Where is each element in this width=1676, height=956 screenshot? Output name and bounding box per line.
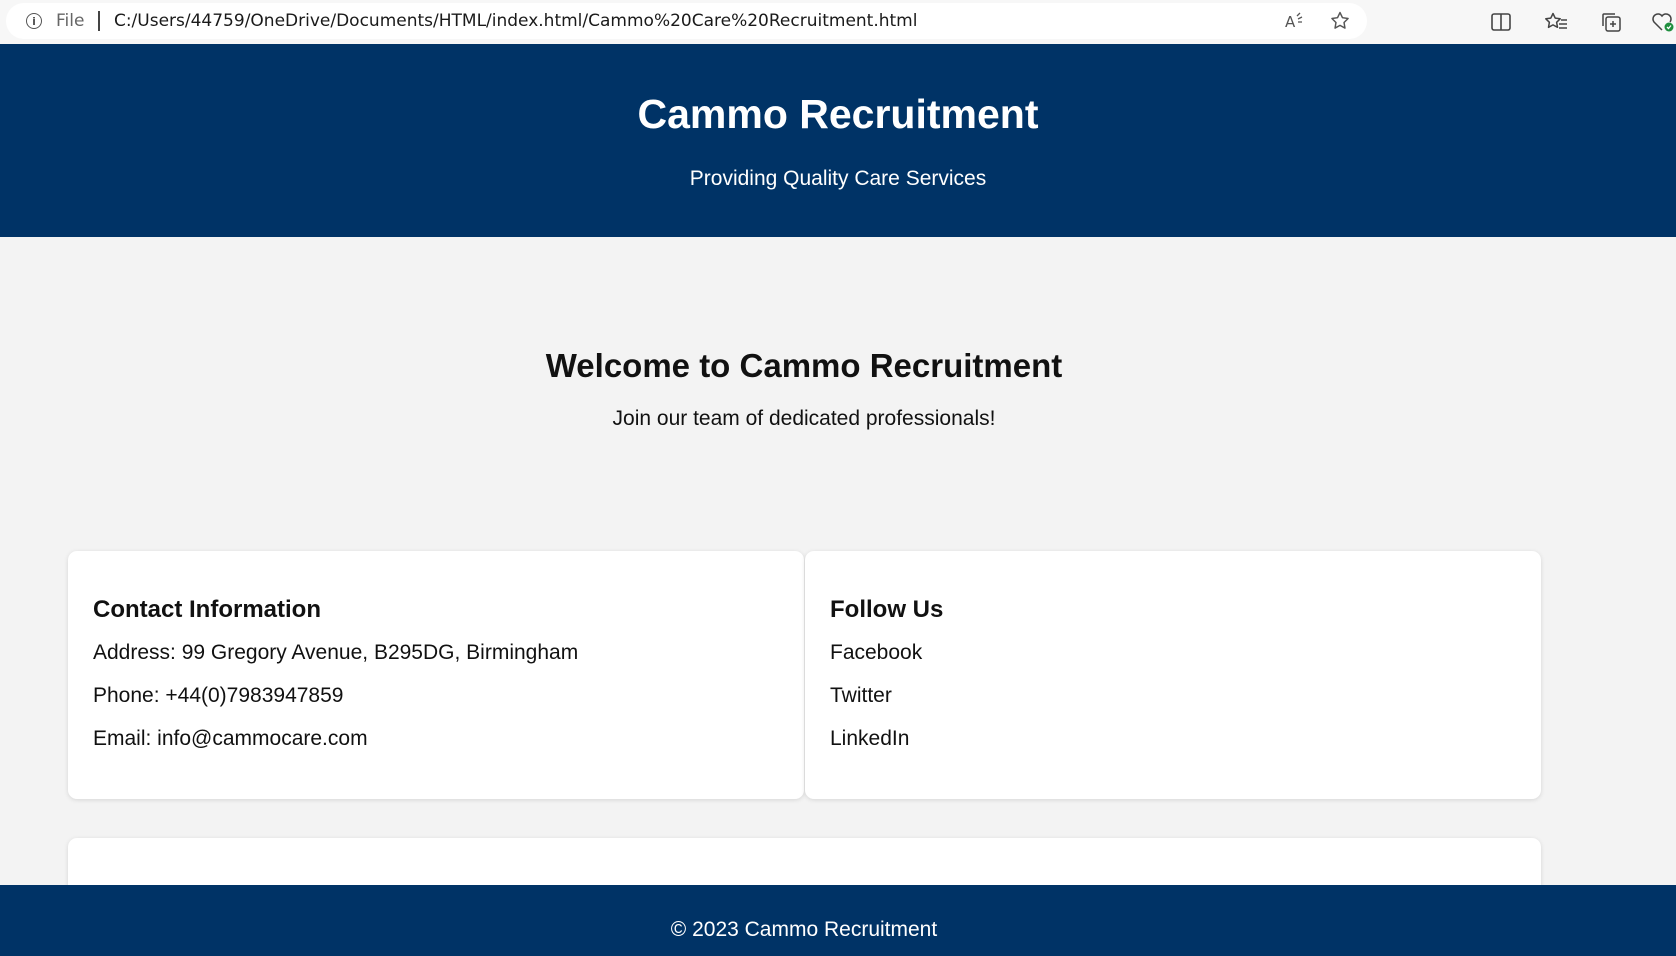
collections-icon[interactable] <box>1598 9 1624 35</box>
svg-text:A: A <box>1285 13 1296 31</box>
address-bar[interactable]: i File C:/Users/44759/OneDrive/Documents… <box>6 3 1367 39</box>
address-separator <box>98 11 100 31</box>
site-header: Cammo Recruitment Providing Quality Care… <box>0 44 1676 237</box>
collections-button[interactable] <box>1598 6 1624 38</box>
url-text[interactable]: C:/Users/44759/OneDrive/Documents/HTML/i… <box>114 11 918 31</box>
facebook-link[interactable]: Facebook <box>830 641 922 664</box>
site-footer: © 2023 Cammo Recruitment <box>0 885 1676 956</box>
contact-phone: Phone: +44(0)7983947859 <box>93 684 344 707</box>
favorites-icon[interactable] <box>1543 9 1569 35</box>
site-title: Cammo Recruitment <box>637 91 1039 137</box>
file-scheme-label: File <box>56 11 85 31</box>
twitter-link[interactable]: Twitter <box>830 684 892 707</box>
favorite-star-icon[interactable] <box>1327 8 1353 34</box>
follow-us-card: Follow Us Facebook Twitter LinkedIn <box>805 551 1541 799</box>
footer-copyright: © 2023 Cammo Recruitment <box>670 918 938 941</box>
contact-heading: Contact Information <box>93 596 321 623</box>
linkedin-link[interactable]: LinkedIn <box>830 727 909 750</box>
hero-text: Join our team of dedicated professionals… <box>612 407 996 430</box>
browser-essentials-button[interactable] <box>1650 6 1676 38</box>
follow-us-heading: Follow Us <box>830 596 944 623</box>
hero-heading: Welcome to Cammo Recruitment <box>545 347 1063 384</box>
browser-essentials-icon[interactable] <box>1650 9 1676 35</box>
contact-email: Email: info@cammocare.com <box>93 727 368 750</box>
info-icon[interactable]: i <box>26 13 42 29</box>
browser-toolbar: i File C:/Users/44759/OneDrive/Documents… <box>0 0 1676 44</box>
split-screen-icon[interactable] <box>1488 9 1514 35</box>
contact-address: Address: 99 Gregory Avenue, B295DG, Birm… <box>93 641 579 664</box>
read-aloud-icon[interactable]: A <box>1281 8 1307 34</box>
site-tagline: Providing Quality Care Services <box>689 167 987 190</box>
favorites-button[interactable] <box>1543 6 1569 38</box>
split-screen-button[interactable] <box>1488 6 1514 38</box>
contact-card: Contact Information Address: 99 Gregory … <box>68 551 804 799</box>
